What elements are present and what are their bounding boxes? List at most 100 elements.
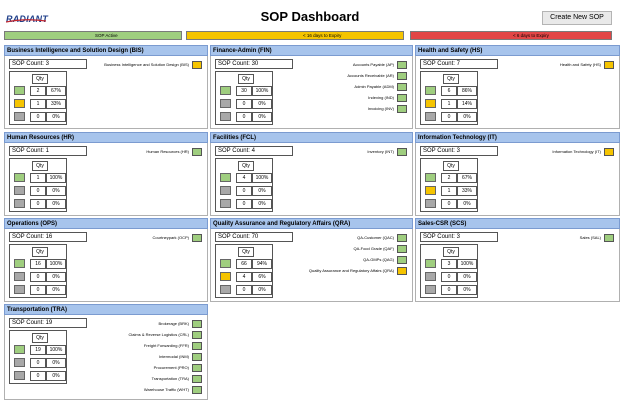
section-1: Finance-Admin (FIN) SOP Count: 30 Qty 30 100… [210, 45, 413, 129]
sub-department-label[interactable]: Business Intelligence and Solution Desig… [104, 62, 189, 68]
qty-value: 0 [30, 199, 46, 209]
status-square-grey [14, 186, 25, 195]
sub-department-label[interactable]: QA-Customer (QAC) [357, 235, 394, 241]
status-square-grey [425, 199, 436, 208]
sub-status-square-green[interactable] [397, 148, 407, 156]
status-square-green [14, 345, 25, 354]
pct-value: 100% [46, 173, 66, 183]
sub-status-square-green[interactable] [192, 148, 202, 156]
sub-status-square-green[interactable] [397, 94, 407, 102]
sub-status-square-green[interactable] [397, 245, 407, 253]
section-body: SOP Count: 4 Qty 4 100% 0 0% 0 0% Inventory (INT… [210, 143, 413, 216]
sub-status-square-yellow[interactable] [192, 61, 202, 69]
pct-value: 67% [457, 173, 477, 183]
pct-value: 0% [46, 272, 66, 282]
sub-department-label[interactable]: Procurement (PRO) [154, 365, 189, 371]
section-body: SOP Count: 3 Qty 2 67% 1 33% 0 0% Business Intel… [4, 56, 208, 129]
qty-value: 0 [30, 358, 46, 368]
sub-status-square-yellow[interactable] [604, 61, 614, 69]
sub-status-square-green[interactable] [192, 320, 202, 328]
sub-department-label[interactable]: Transportation (TRA) [152, 376, 189, 382]
sub-status-square-green[interactable] [192, 386, 202, 394]
status-square-grey [220, 99, 231, 108]
sop-count: SOP Count: 3 [420, 146, 498, 156]
qty-value: 0 [30, 186, 46, 196]
sub-department-label[interactable]: Warehouse Traffic (WHT) [144, 387, 189, 393]
sub-department-label[interactable]: Brokerage (BRK) [159, 321, 189, 327]
pct-value: 14% [457, 99, 477, 109]
sub-status-square-yellow[interactable] [604, 148, 614, 156]
sub-status-square-green[interactable] [192, 353, 202, 361]
sub-department-label[interactable]: Health and Safety (HS) [560, 62, 601, 68]
status-square-yellow [425, 99, 436, 108]
status-square-green [425, 173, 436, 182]
qty-table: Qty 6 86% 1 14% 0 0% [420, 71, 478, 125]
qty-header: Qty [238, 74, 254, 84]
qty-value: 1 [441, 99, 457, 109]
sub-department-label[interactable]: Intermodal (INM) [159, 354, 189, 360]
qty-table: Qty 1 100% 0 0% 0 0% [9, 158, 67, 212]
create-new-sop-button[interactable]: Create New SOP [542, 11, 612, 25]
sub-department-label[interactable]: Quality Assurance and Regulatory Affairs… [309, 268, 394, 274]
sub-status-square-green[interactable] [192, 234, 202, 242]
sub-status-square-green[interactable] [192, 331, 202, 339]
qty-value: 0 [441, 285, 457, 295]
sub-department-label[interactable]: Accounts Receivable (AR) [347, 73, 394, 79]
legend-expired: < 6 days to Expiry [410, 31, 612, 40]
qty-value: 30 [236, 86, 252, 96]
pct-value: 100% [46, 259, 66, 269]
status-square-green [425, 259, 436, 268]
sub-status-square-green[interactable] [192, 364, 202, 372]
section-5: Information Technology (IT) SOP Count: 3 Q… [415, 132, 620, 216]
status-square-green [14, 86, 25, 95]
sub-status-square-green[interactable] [397, 61, 407, 69]
status-square-green [220, 259, 231, 268]
sop-count: SOP Count: 4 [215, 146, 293, 156]
status-square-green [220, 86, 231, 95]
sub-department-label[interactable]: QA-Food Grade (QAF) [354, 246, 394, 252]
sub-status-square-green[interactable] [192, 342, 202, 350]
status-square-grey [220, 112, 231, 121]
sub-department-label[interactable]: Human Resources (HR) [146, 149, 189, 155]
sub-status-square-green[interactable] [397, 105, 407, 113]
sub-department-label[interactable]: Inventory (INT) [367, 149, 394, 155]
pct-value: 0% [457, 272, 477, 282]
sub-status-square-green[interactable] [397, 83, 407, 91]
sub-department-label[interactable]: Admin Payable (ADM) [354, 84, 394, 90]
sub-status-square-green[interactable] [604, 234, 614, 242]
pct-value: 0% [252, 199, 272, 209]
sub-department-label[interactable]: Freight Forwarding (FFR) [144, 343, 189, 349]
qty-header: Qty [238, 247, 254, 257]
sub-department-label[interactable]: Indexing (IND) [368, 95, 394, 101]
sub-department-label[interactable]: Claims & Reverse Logistics (CRL) [129, 332, 189, 338]
sub-status-square-green[interactable] [397, 72, 407, 80]
sub-department-label[interactable]: Sales (SAL) [580, 235, 601, 241]
sub-department-label[interactable]: Courtneypark (OCP) [153, 235, 189, 241]
section-3: Human Resources (HR) SOP Count: 1 Qty 1 100%… [4, 132, 208, 216]
sub-status-square-green[interactable] [192, 375, 202, 383]
section-body: SOP Count: 16 Qty 16 100% 0 0% 0 0% Courtneypark… [4, 229, 208, 302]
legend-active-label: SOP Active [95, 33, 118, 38]
status-square-grey [425, 112, 436, 121]
pct-value: 0% [252, 186, 272, 196]
pct-value: 0% [457, 199, 477, 209]
qty-value: 6 [441, 86, 457, 96]
sub-status-square-green[interactable] [397, 234, 407, 242]
pct-value: 94% [252, 259, 272, 269]
sub-department-label[interactable]: Information Technology (IT) [552, 149, 601, 155]
status-square-green [14, 259, 25, 268]
sub-department-label[interactable]: QA-GMPs (QAG) [363, 257, 394, 263]
status-square-grey [14, 285, 25, 294]
pct-value: 6% [252, 272, 272, 282]
sop-count: SOP Count: 70 [215, 232, 293, 242]
sub-status-square-yellow[interactable] [397, 267, 407, 275]
sub-department-label[interactable]: Accounts Payable (AP) [353, 62, 394, 68]
status-square-grey [425, 285, 436, 294]
pct-value: 0% [46, 371, 66, 381]
sub-department-label[interactable]: Invoicing (INV) [368, 106, 394, 112]
pct-value: 100% [46, 345, 66, 355]
pct-value: 33% [457, 186, 477, 196]
section-title: Facilities (FCL) [210, 132, 413, 143]
pct-value: 0% [252, 112, 272, 122]
sub-status-square-green[interactable] [397, 256, 407, 264]
